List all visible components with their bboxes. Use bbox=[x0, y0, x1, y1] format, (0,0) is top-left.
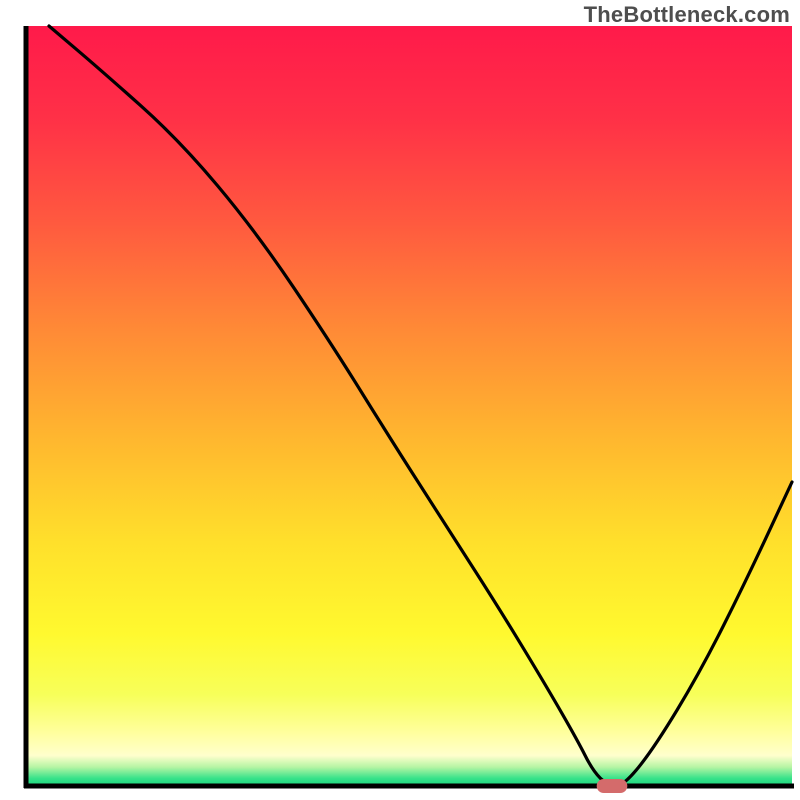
chart-container: TheBottleneck.com bbox=[0, 0, 800, 800]
gradient-background bbox=[26, 26, 792, 786]
watermark-text: TheBottleneck.com bbox=[584, 2, 790, 28]
bottleneck-chart bbox=[0, 0, 800, 800]
optimal-marker bbox=[597, 779, 628, 793]
